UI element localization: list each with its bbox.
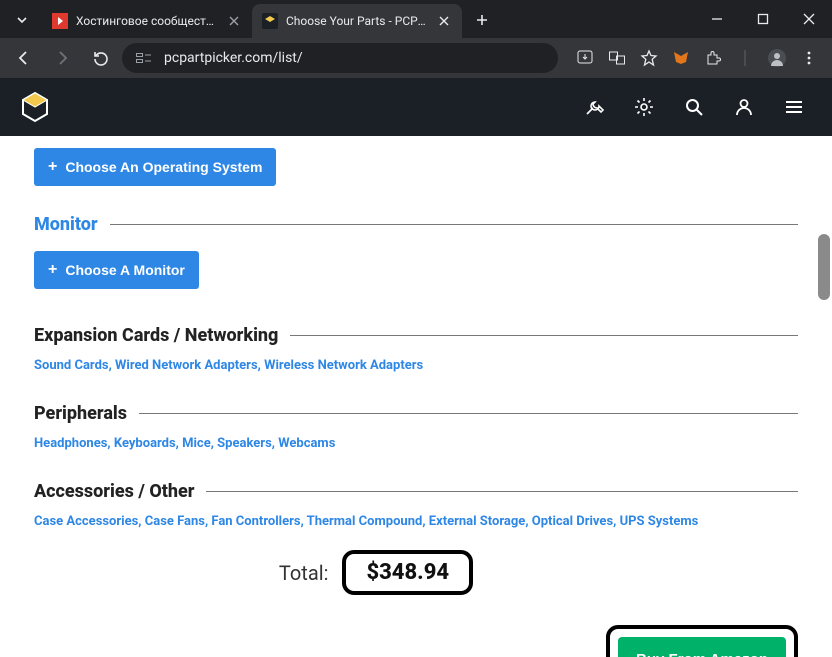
search-icon[interactable] xyxy=(674,87,714,127)
section-monitor: Monitor xyxy=(34,214,798,235)
link-thermal-compound[interactable]: Thermal Compound xyxy=(307,514,423,529)
tab-inactive[interactable]: Хостинговое сообщество «Tim xyxy=(42,4,252,38)
buy-from-amazon-button[interactable]: Buy From Amazon xyxy=(618,637,786,657)
back-button[interactable] xyxy=(8,42,40,74)
address-bar[interactable]: pcpartpicker.com/list/ xyxy=(122,43,558,73)
site-header xyxy=(0,78,832,136)
forward-button[interactable] xyxy=(46,42,78,74)
tabs-dropdown-button[interactable] xyxy=(8,6,36,34)
buy-highlight: Buy From Amazon xyxy=(606,625,798,657)
toolbar-divider xyxy=(730,43,760,73)
choose-monitor-label: Choose A Monitor xyxy=(65,262,185,278)
link-case-fans[interactable]: Case Fans xyxy=(145,514,205,529)
peripherals-links: Headphones, Keyboards, Mice, Speakers, W… xyxy=(34,434,798,455)
section-heading: Peripherals xyxy=(34,403,127,424)
tab-active[interactable]: Choose Your Parts - PCPartPicke xyxy=(252,4,462,38)
gear-icon[interactable] xyxy=(624,87,664,127)
divider xyxy=(290,335,798,336)
browser-toolbar: pcpartpicker.com/list/ xyxy=(0,38,832,78)
link-ups-systems[interactable]: UPS Systems xyxy=(620,514,699,529)
section-expansion: Expansion Cards / Networking xyxy=(34,325,798,346)
link-fan-controllers[interactable]: Fan Controllers xyxy=(211,514,300,529)
total-label: Total: xyxy=(279,561,329,585)
choose-os-label: Choose An Operating System xyxy=(65,159,262,175)
site-logo-icon[interactable] xyxy=(18,90,52,124)
section-accessories: Accessories / Other xyxy=(34,481,798,502)
hamburger-menu-icon[interactable] xyxy=(774,87,814,127)
extension-metamask-icon[interactable] xyxy=(666,43,696,73)
divider xyxy=(139,413,798,414)
extension-puzzle-icon[interactable] xyxy=(698,43,728,73)
section-peripherals: Peripherals xyxy=(34,403,798,424)
tab-title: Choose Your Parts - PCPartPicke xyxy=(286,14,428,28)
expansion-links: Sound Cards, Wired Network Adapters, Wir… xyxy=(34,356,798,377)
link-optical-drives[interactable]: Optical Drives xyxy=(532,514,613,529)
divider xyxy=(110,224,798,225)
profile-avatar-icon[interactable] xyxy=(762,43,792,73)
plus-icon: + xyxy=(48,261,57,279)
favicon-icon xyxy=(52,13,68,29)
browser-titlebar: Хостинговое сообщество «Tim Choose Your … xyxy=(0,0,832,38)
star-icon[interactable] xyxy=(634,43,664,73)
link-external-storage[interactable]: External Storage xyxy=(429,514,526,529)
window-close-button[interactable] xyxy=(786,0,832,38)
page-content: + Choose An Operating System Monitor + C… xyxy=(0,136,832,657)
tab-close-icon[interactable] xyxy=(226,13,242,29)
link-sound-cards[interactable]: Sound Cards xyxy=(34,358,109,373)
site-info-icon[interactable] xyxy=(134,48,154,68)
plus-icon: + xyxy=(48,158,57,176)
link-webcams[interactable]: Webcams xyxy=(278,436,335,451)
link-wired-network[interactable]: Wired Network Adapters xyxy=(115,358,258,373)
chrome-menu-icon[interactable] xyxy=(794,43,824,73)
link-case-accessories[interactable]: Case Accessories xyxy=(34,514,138,529)
section-heading: Accessories / Other xyxy=(34,481,194,502)
reload-button[interactable] xyxy=(84,42,116,74)
scrollbar-thumb[interactable] xyxy=(818,234,830,300)
window-maximize-button[interactable] xyxy=(740,0,786,38)
user-icon[interactable] xyxy=(724,87,764,127)
tab-close-icon[interactable] xyxy=(436,13,452,29)
install-pwa-icon[interactable] xyxy=(570,43,600,73)
tab-title: Хостинговое сообщество «Tim xyxy=(76,14,218,28)
total-value: $348.94 xyxy=(342,550,473,595)
link-headphones[interactable]: Headphones xyxy=(34,436,107,451)
tools-icon[interactable] xyxy=(574,87,614,127)
new-tab-button[interactable] xyxy=(468,6,496,34)
link-speakers[interactable]: Speakers xyxy=(217,436,272,451)
link-mice[interactable]: Mice xyxy=(182,436,211,451)
buy-wrap: Buy From Amazon xyxy=(34,625,798,657)
total-row: Total: $348.94 xyxy=(0,550,758,595)
link-keyboards[interactable]: Keyboards xyxy=(114,436,176,451)
choose-monitor-button[interactable]: + Choose A Monitor xyxy=(34,251,199,289)
divider xyxy=(206,491,798,492)
accessories-links: Case Accessories, Case Fans, Fan Control… xyxy=(34,512,798,533)
choose-os-button[interactable]: + Choose An Operating System xyxy=(34,148,276,186)
url-text: pcpartpicker.com/list/ xyxy=(164,50,303,66)
section-heading: Monitor xyxy=(34,214,98,235)
link-wireless-network[interactable]: Wireless Network Adapters xyxy=(264,358,423,373)
section-heading: Expansion Cards / Networking xyxy=(34,325,278,346)
translate-icon[interactable] xyxy=(602,43,632,73)
page-viewport: + Choose An Operating System Monitor + C… xyxy=(0,78,832,657)
window-minimize-button[interactable] xyxy=(694,0,740,38)
favicon-icon xyxy=(262,13,278,29)
window-controls xyxy=(694,0,832,38)
extensions-area xyxy=(570,43,824,73)
